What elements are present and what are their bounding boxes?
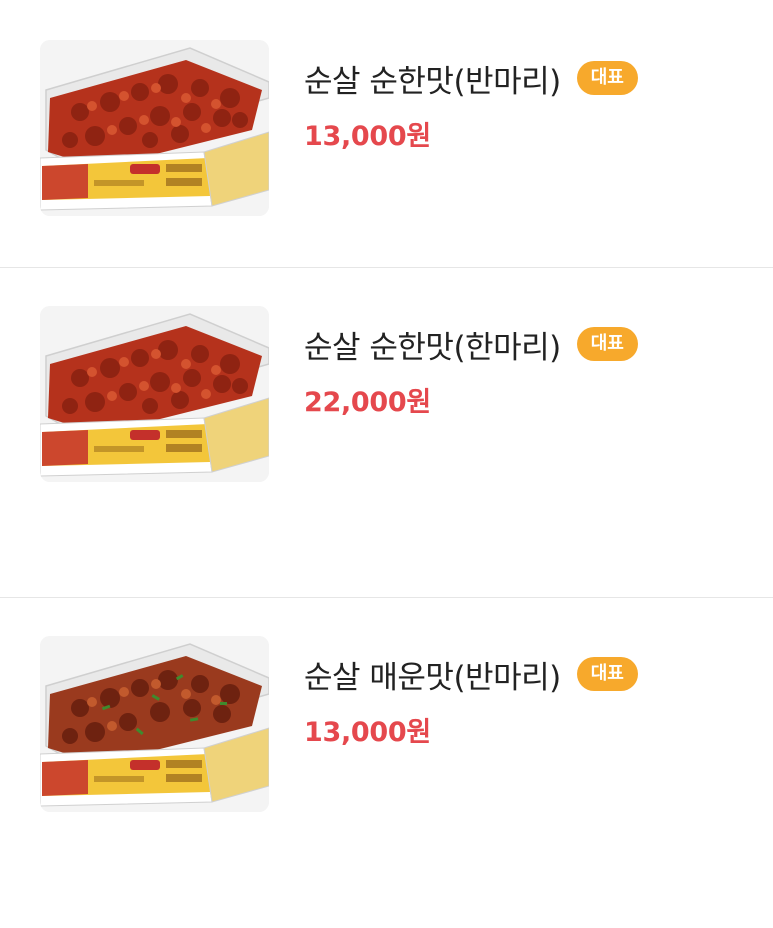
menu-item-name: 순살 순한맛(한마리) [304, 329, 561, 366]
signature-badge: 대표 [576, 61, 638, 95]
menu-item-price: 13,000원 [304, 717, 431, 748]
menu-item-name: 순살 순한맛(반마리) [304, 63, 561, 100]
menu-item-price: 22,000원 [304, 387, 431, 418]
menu-item-name: 순살 매운맛(반마리) [304, 659, 561, 696]
signature-badge: 대표 [576, 657, 638, 691]
signature-badge: 대표 [576, 327, 638, 361]
menu-list: 순살 순한맛(반마리) 대표 13,000원 순살 순한맛(한마리) 대표 22… [0, 0, 773, 928]
menu-item-name-row: 순살 순한맛(반마리) 대표 [304, 56, 638, 100]
menu-item[interactable]: 순살 순한맛(반마리) 대표 13,000원 [0, 0, 773, 268]
menu-item-name-row: 순살 매운맛(반마리) 대표 [304, 652, 638, 696]
sweet-boneless-chicken-box-photo[interactable] [40, 306, 269, 482]
menu-item-name-row: 순살 순한맛(한마리) 대표 [304, 322, 638, 366]
menu-item-info: 순살 순한맛(반마리) 대표 13,000원 [304, 56, 638, 153]
menu-item-info: 순살 순한맛(한마리) 대표 22,000원 [304, 322, 638, 419]
sweet-boneless-chicken-box-photo[interactable] [40, 40, 269, 216]
menu-item[interactable]: 순살 매운맛(반마리) 대표 13,000원 [0, 598, 773, 928]
menu-item[interactable]: 순살 순한맛(한마리) 대표 22,000원 [0, 268, 773, 598]
menu-item-info: 순살 매운맛(반마리) 대표 13,000원 [304, 652, 638, 749]
spicy-boneless-chicken-box-photo[interactable] [40, 636, 269, 812]
menu-item-price: 13,000원 [304, 121, 431, 152]
